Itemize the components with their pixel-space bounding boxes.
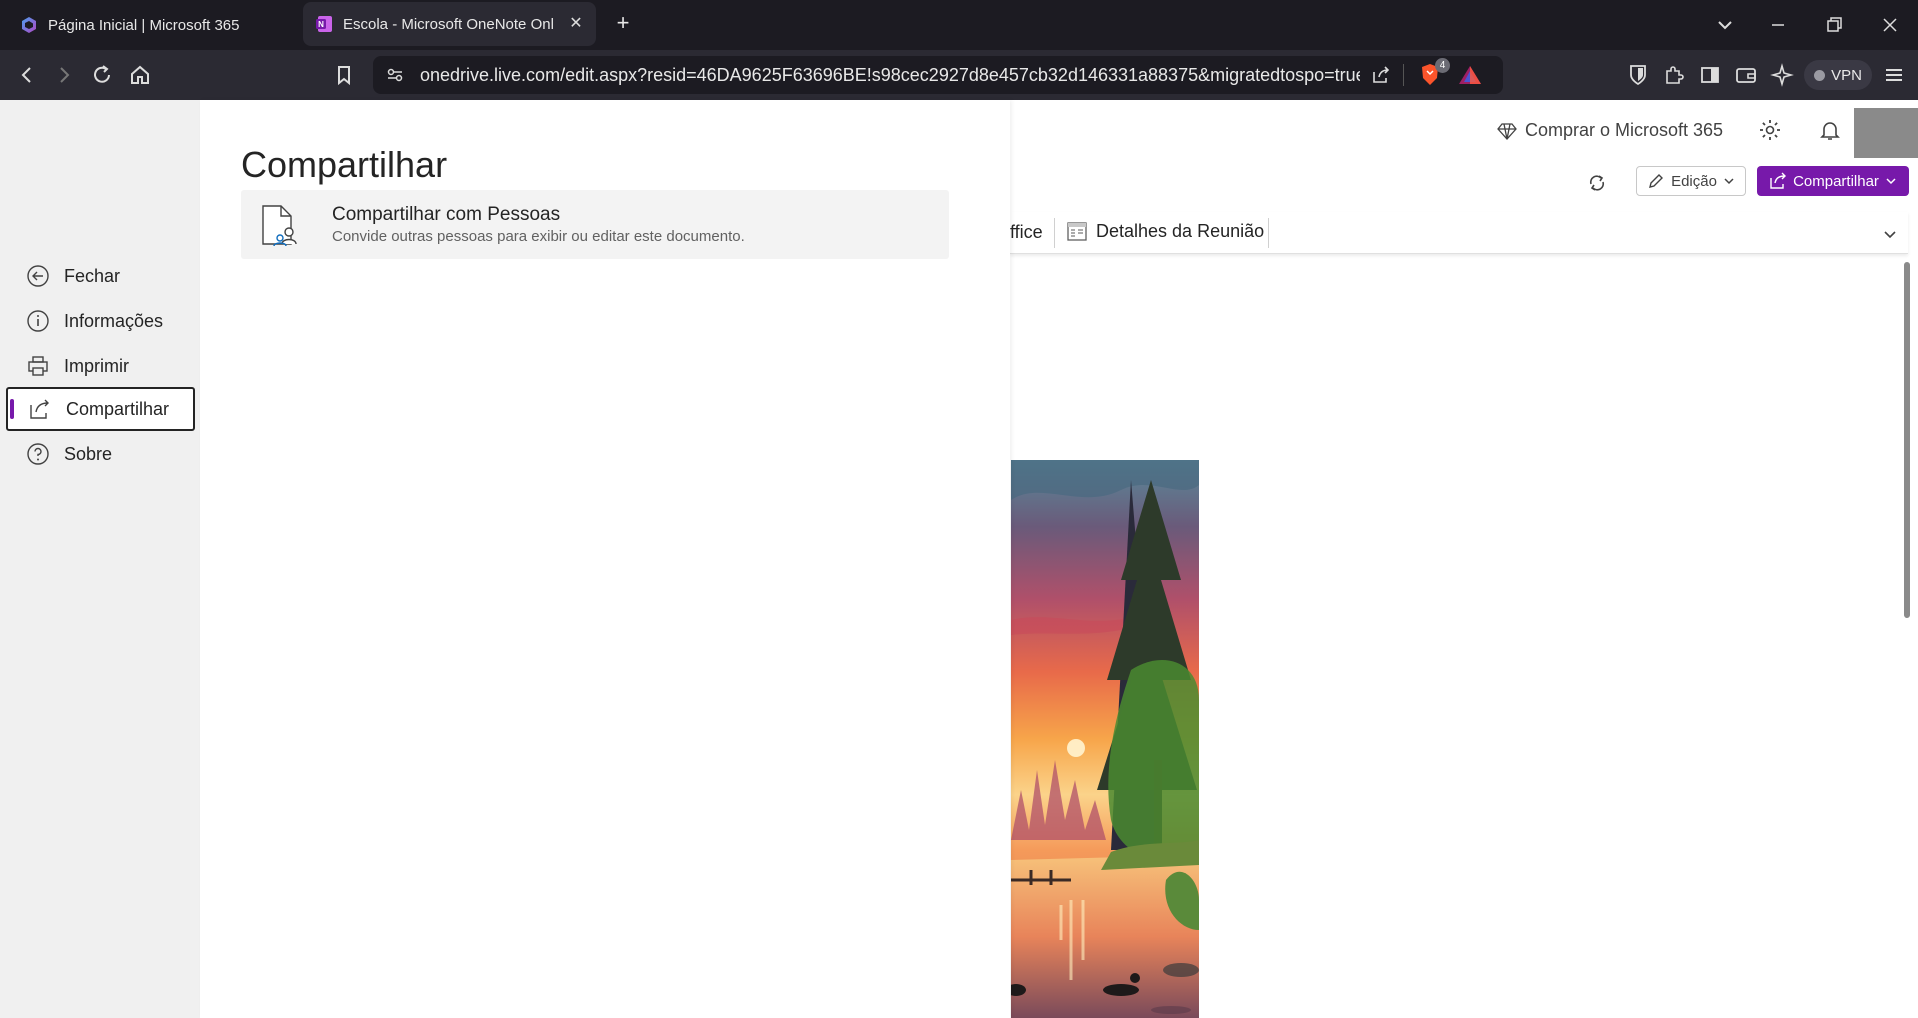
vpn-label: VPN xyxy=(1831,66,1862,84)
ribbon-toolbar: ffice Detalhes da Reunião xyxy=(1010,212,1908,254)
tab-label: Escola - Microsoft OneNote Online xyxy=(343,15,553,33)
onenote-icon: N xyxy=(316,16,332,32)
onenote-app: Comprar o Microsoft 365 Edição Compartil… xyxy=(0,100,1918,1018)
brave-rewards-icon[interactable] xyxy=(1458,65,1482,85)
calendar-icon xyxy=(1067,222,1087,241)
browser-tab-bar: Página Inicial | Microsoft 365 N Escola … xyxy=(0,0,1918,50)
backstage-nav: Fechar Informações Imprimir Compartilhar… xyxy=(0,100,200,1018)
ribbon-office-item[interactable]: ffice xyxy=(1010,222,1043,243)
backstage-info-item[interactable]: Informações xyxy=(6,299,195,343)
close-window-icon[interactable] xyxy=(1878,13,1902,37)
sync-icon[interactable] xyxy=(1586,172,1608,194)
restore-icon[interactable] xyxy=(1822,13,1846,37)
wallet-icon[interactable] xyxy=(1734,63,1758,87)
home-icon[interactable] xyxy=(128,63,152,87)
printer-icon xyxy=(28,356,48,376)
share-with-people-option[interactable]: Compartilhar com Pessoas Convide outras … xyxy=(241,190,949,259)
share-label: Compartilhar xyxy=(1793,172,1879,190)
editing-mode-dropdown[interactable]: Edição xyxy=(1636,166,1746,196)
backstage-share-item[interactable]: Compartilhar xyxy=(6,387,195,431)
menu-icon[interactable] xyxy=(1882,63,1906,87)
sidebar-icon[interactable] xyxy=(1698,63,1722,87)
chevron-down-icon xyxy=(1886,178,1896,185)
meeting-details-button[interactable]: Detalhes da Reunião xyxy=(1066,220,1264,242)
forward-icon[interactable] xyxy=(52,63,76,87)
backstage-close-item[interactable]: Fechar xyxy=(6,254,195,298)
browser-nav-bar: onedrive.live.com/edit.aspx?resid=46DA96… xyxy=(0,50,1918,100)
address-bar[interactable]: onedrive.live.com/edit.aspx?resid=46DA96… xyxy=(373,56,1503,94)
share-page-icon[interactable] xyxy=(1370,64,1392,86)
account-avatar[interactable] xyxy=(1854,108,1918,158)
shields-count-badge: 4 xyxy=(1435,58,1450,73)
notifications-bell-icon[interactable] xyxy=(1818,118,1842,142)
ribbon-expand-chevron-icon[interactable] xyxy=(1882,226,1898,242)
reload-icon[interactable] xyxy=(90,63,114,87)
tab-microsoft-365[interactable]: Página Inicial | Microsoft 365 xyxy=(12,0,302,50)
url-text: onedrive.live.com/edit.aspx?resid=46DA96… xyxy=(420,65,1360,85)
backstage-share-label: Compartilhar xyxy=(66,398,170,419)
page-title: Compartilhar xyxy=(241,144,448,185)
tab-label: Página Inicial | Microsoft 365 xyxy=(48,16,240,34)
url-divider xyxy=(1403,64,1404,86)
editing-mode-label: Edição xyxy=(1671,172,1717,190)
vpn-status-dot xyxy=(1814,69,1826,81)
close-tab-icon[interactable]: ✕ xyxy=(566,14,586,34)
svg-text:N: N xyxy=(318,20,324,29)
backstage-share-pane: Compartilhar Compartilhar com Pessoas Co… xyxy=(200,100,1010,1018)
buy-microsoft-365-link[interactable]: Comprar o Microsoft 365 xyxy=(1497,120,1723,141)
share-option-title: Compartilhar com Pessoas xyxy=(332,204,561,225)
bookmark-icon[interactable] xyxy=(332,63,356,87)
backstage-about-item[interactable]: Sobre xyxy=(6,432,195,476)
backstage-print-label: Imprimir xyxy=(64,355,129,376)
leo-ai-icon[interactable] xyxy=(1770,63,1794,87)
share-icon xyxy=(30,399,49,419)
ribbon-divider xyxy=(1268,218,1269,248)
pencil-icon xyxy=(1649,174,1664,188)
help-icon xyxy=(27,443,49,465)
meeting-details-label: Detalhes da Reunião xyxy=(1096,220,1265,241)
backstage-info-label: Informações xyxy=(64,310,164,331)
diamond-icon xyxy=(1497,122,1517,140)
page-scrollbar[interactable] xyxy=(1904,262,1910,618)
info-icon xyxy=(27,310,49,332)
share-document-people-icon xyxy=(262,205,297,246)
share-button[interactable]: Compartilhar xyxy=(1757,166,1909,196)
backstage-about-label: Sobre xyxy=(64,443,113,464)
extensions-icon[interactable] xyxy=(1662,63,1686,87)
back-arrow-icon xyxy=(27,265,49,287)
backstage-close-label: Fechar xyxy=(64,265,121,286)
back-icon[interactable] xyxy=(15,63,39,87)
ribbon-divider xyxy=(1054,218,1055,248)
chevron-down-icon xyxy=(1724,178,1734,185)
share-option-description: Convide outras pessoas para exibir ou ed… xyxy=(332,228,745,245)
backstage-print-item[interactable]: Imprimir xyxy=(6,344,195,388)
tab-onenote[interactable]: N Escola - Microsoft OneNote Online ✕ xyxy=(303,2,596,46)
microsoft-365-icon xyxy=(22,17,36,33)
minimize-icon[interactable] xyxy=(1766,13,1790,37)
sunset-lake-painting xyxy=(1011,460,1199,1018)
settings-gear-icon[interactable] xyxy=(1758,118,1782,142)
site-settings-icon[interactable] xyxy=(385,65,405,85)
share-icon xyxy=(1770,172,1787,189)
buy-label: Comprar o Microsoft 365 xyxy=(1525,120,1724,140)
vpn-button[interactable]: VPN xyxy=(1804,60,1872,90)
bitwarden-icon[interactable] xyxy=(1626,63,1650,87)
new-tab-button[interactable]: + xyxy=(612,12,634,34)
tab-list-chevron-icon[interactable] xyxy=(1713,13,1737,37)
